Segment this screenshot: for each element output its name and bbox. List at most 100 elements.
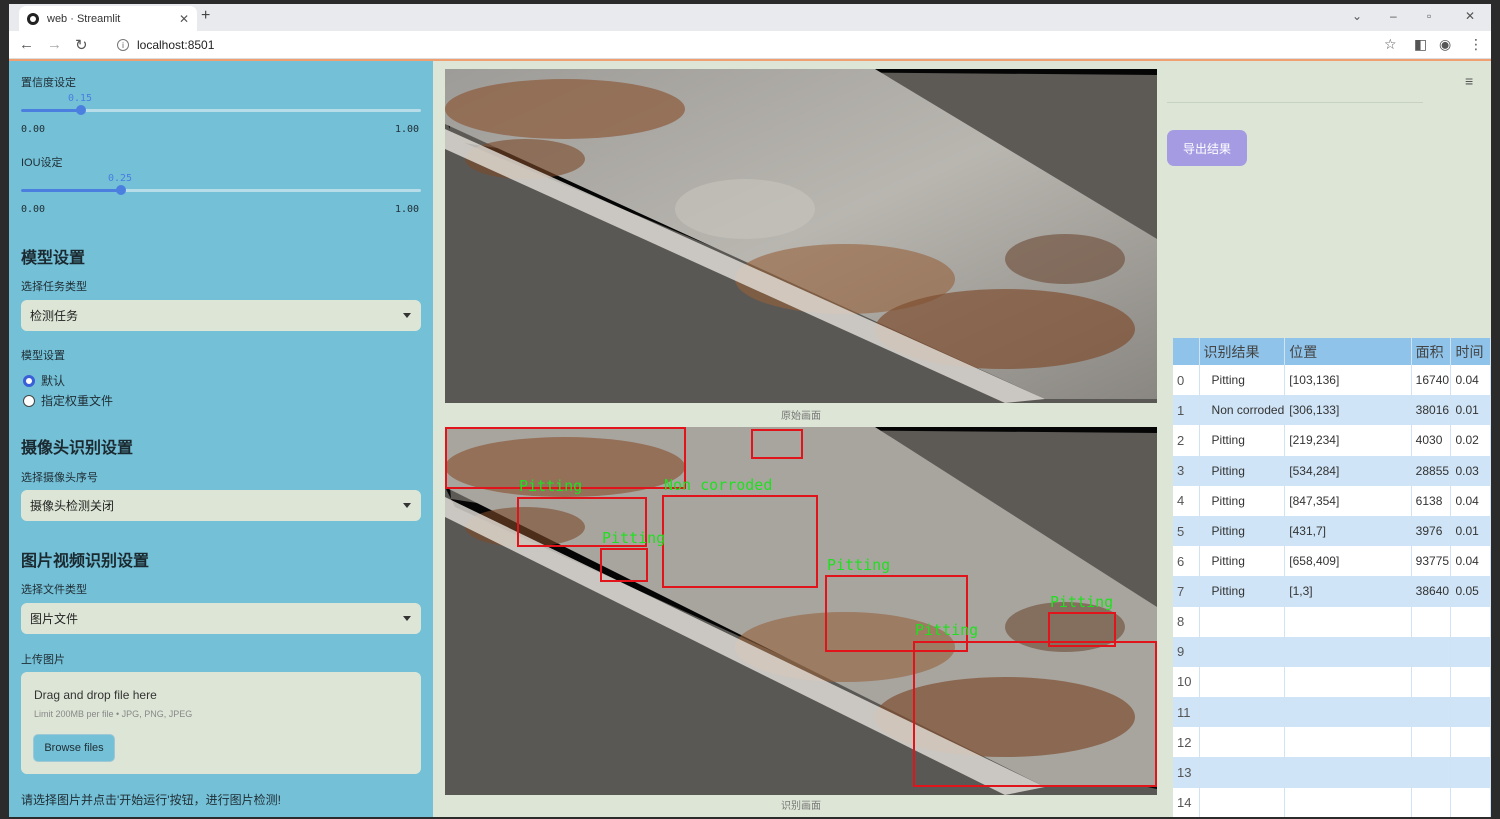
bookmark-star-icon[interactable]: ☆ <box>1384 36 1397 53</box>
row-area: 93775 <box>1411 546 1452 577</box>
detection-label: Pitting <box>1050 593 1114 611</box>
table-row[interactable]: 13 <box>1173 757 1491 788</box>
row-area: 28855 <box>1411 455 1452 486</box>
row-area <box>1411 636 1452 667</box>
table-row[interactable]: 9 <box>1173 636 1491 667</box>
export-results-button[interactable]: 导出结果 <box>1167 130 1247 166</box>
camera-select[interactable]: 摄像头检测关闭 <box>21 490 421 521</box>
task-type-select[interactable]: 检测任务 <box>21 300 421 331</box>
row-position: [103,136] <box>1284 365 1412 396</box>
chevron-down-icon <box>403 313 411 318</box>
row-index: 11 <box>1173 697 1200 728</box>
browser-menu-icon[interactable]: ⋮ <box>1469 36 1483 53</box>
table-row[interactable]: 11 <box>1173 697 1491 728</box>
browse-files-button[interactable]: Browse files <box>33 734 115 762</box>
detected-image: Pitting Non corroded Pitting Pitting Pit… <box>445 427 1157 795</box>
table-row[interactable]: 12 <box>1173 727 1491 758</box>
table-header-row: 识别结果 位置 面积 时间 <box>1173 338 1491 365</box>
window-close-icon[interactable]: ✕ <box>1465 9 1475 23</box>
row-index: 1 <box>1173 395 1200 426</box>
row-index: 9 <box>1173 636 1200 667</box>
row-time: 0.02 <box>1450 425 1491 456</box>
column-header-area[interactable]: 面积 <box>1411 338 1452 365</box>
row-result: Pitting <box>1199 425 1286 456</box>
minimize-icon[interactable]: – <box>1390 9 1397 23</box>
detection-label: Pitting <box>915 621 979 639</box>
camera-value: 摄像头检测关闭 <box>30 499 115 513</box>
row-area: 16740 <box>1411 365 1452 396</box>
iou-label: IOU设定 <box>21 157 63 169</box>
side-panel-icon[interactable]: ◧ <box>1414 36 1427 53</box>
row-time <box>1450 757 1491 788</box>
upload-label: 上传图片 <box>21 654 65 666</box>
browser-tab-bar: web · Streamlit ✕ + ⌄ – ▫ ✕ <box>9 4 1491 31</box>
row-result: Pitting <box>1199 365 1286 396</box>
row-result: Pitting <box>1199 576 1286 607</box>
file-uploader-dropzone[interactable]: Drag and drop file here Limit 200MB per … <box>21 672 421 774</box>
table-row[interactable]: 3 Pitting [534,284] 28855 0.03 <box>1173 455 1491 486</box>
row-area: 38016 <box>1411 395 1452 426</box>
confidence-slider[interactable] <box>21 105 421 115</box>
hamburger-menu-icon[interactable]: ≡ <box>1465 73 1473 89</box>
address-bar: ← → ↻ i localhost:8501 ☆ ◧ ◉ ⋮ <box>9 31 1491 59</box>
row-index: 8 <box>1173 606 1200 637</box>
table-row[interactable]: 6 Pitting [658,409] 93775 0.04 <box>1173 546 1491 577</box>
row-position: [847,354] <box>1284 485 1412 516</box>
row-position: [306,133] <box>1284 395 1412 426</box>
file-type-value: 图片文件 <box>30 612 79 626</box>
site-info-icon[interactable]: i <box>117 39 129 51</box>
table-row[interactable]: 0 Pitting [103,136] 16740 0.04 <box>1173 365 1491 396</box>
new-tab-icon[interactable]: + <box>201 7 210 25</box>
row-area <box>1411 697 1452 728</box>
upload-limit-text: Limit 200MB per file • JPG, PNG, JPEG <box>34 709 193 719</box>
row-result <box>1199 727 1286 758</box>
results-table: 识别结果 位置 面积 时间 0 Pitting [103,136] 16740 0.04… <box>1173 338 1491 817</box>
row-index: 3 <box>1173 455 1200 486</box>
row-time <box>1450 697 1491 728</box>
browser-tab[interactable]: web · Streamlit ✕ <box>19 6 197 31</box>
iou-slider-thumb[interactable] <box>116 185 126 195</box>
column-header-index[interactable] <box>1173 338 1200 365</box>
table-row[interactable]: 8 <box>1173 606 1491 637</box>
forward-icon[interactable]: → <box>47 36 62 53</box>
file-type-select[interactable]: 图片文件 <box>21 603 421 634</box>
row-time: 0.03 <box>1450 455 1491 486</box>
maximize-icon[interactable]: ▫ <box>1427 9 1431 23</box>
sidebar-hint: 请选择图片并点击'开始运行'按钮，进行图片检测! <box>21 793 281 807</box>
confidence-slider-thumb[interactable] <box>76 105 86 115</box>
detected-image-caption: 识别画面 <box>781 801 821 812</box>
table-row[interactable]: 4 Pitting [847,354] 6138 0.04 <box>1173 485 1491 516</box>
reload-icon[interactable]: ↻ <box>75 36 88 54</box>
row-position <box>1284 636 1412 667</box>
radio-default[interactable]: 默认 <box>23 372 65 389</box>
profile-icon[interactable]: ◉ <box>1439 36 1451 53</box>
row-position: [534,284] <box>1284 455 1412 486</box>
row-time: 0.04 <box>1450 546 1491 577</box>
row-time <box>1450 636 1491 667</box>
table-row[interactable]: 5 Pitting [431,7] 3976 0.01 <box>1173 515 1491 547</box>
confidence-value: 0.15 <box>68 93 93 104</box>
column-header-time[interactable]: 时间 <box>1450 338 1491 365</box>
radio-custom-weights[interactable]: 指定权重文件 <box>23 392 113 409</box>
table-row[interactable]: 14 <box>1173 787 1491 817</box>
table-row[interactable]: 7 Pitting [1,3] 38640 0.05 <box>1173 576 1491 607</box>
row-area <box>1411 727 1452 758</box>
back-icon[interactable]: ← <box>19 36 34 53</box>
table-row[interactable]: 1 Non corroded [306,133] 38016 0.01 <box>1173 395 1491 426</box>
table-row[interactable]: 10 <box>1173 666 1491 698</box>
iou-max: 1.00 <box>395 204 420 215</box>
tab-close-icon[interactable]: ✕ <box>179 12 189 26</box>
column-header-result[interactable]: 识别结果 <box>1199 338 1286 365</box>
column-header-position[interactable]: 位置 <box>1284 338 1412 365</box>
row-result: Pitting <box>1199 485 1286 516</box>
row-area <box>1411 757 1452 788</box>
iou-slider[interactable] <box>21 185 421 195</box>
detection-box <box>913 641 1157 787</box>
url-field[interactable]: i localhost:8501 <box>105 34 1365 56</box>
row-result: Pitting <box>1199 546 1286 577</box>
table-row[interactable]: 2 Pitting [219,234] 4030 0.02 <box>1173 425 1491 456</box>
detection-label: Pitting <box>519 477 583 495</box>
row-area: 6138 <box>1411 485 1452 516</box>
row-time <box>1450 727 1491 758</box>
tab-search-icon[interactable]: ⌄ <box>1352 9 1362 23</box>
